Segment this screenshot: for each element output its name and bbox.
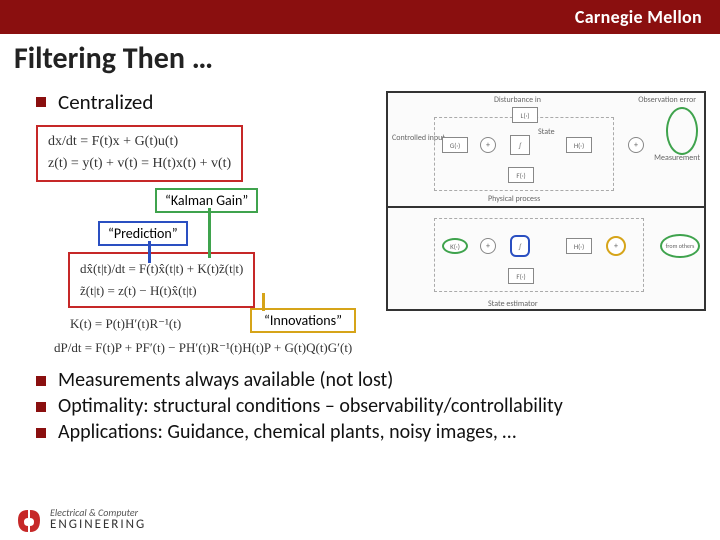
sum-innov: +	[606, 236, 626, 256]
arrow-green	[208, 208, 223, 258]
label-prediction: “Prediction”	[98, 221, 188, 246]
list-item: Optimality: structural conditions – obse…	[14, 394, 706, 418]
content-area: Centralized dx/dt = F(t)x + G(t)u(t) z(t…	[0, 83, 720, 444]
bullet-marker	[36, 97, 46, 107]
box-F: F(·)	[508, 167, 534, 183]
arrow-yellow	[262, 293, 265, 311]
lbl-est: State estimator	[488, 299, 538, 309]
lbl-measurement: Measurement	[654, 153, 700, 163]
block-diagram: Disturbance in Observation error Control…	[386, 91, 706, 311]
bullet-text: Measurements always available (not lost)	[58, 368, 393, 392]
label-kalman-gain: “Kalman Gain”	[155, 188, 258, 213]
box-int: ∫	[510, 135, 530, 155]
list-item: Applications: Guidance, chemical plants,…	[14, 420, 706, 444]
label-innovations: “Innovations”	[250, 308, 356, 333]
eq-est2: z̃(t|t) = z(t) − H(t)x̂(t|t)	[80, 280, 243, 302]
dept-line2: ENGINEERING	[50, 518, 146, 532]
lbl-disturbance: Disturbance in	[494, 95, 541, 105]
arrow-blue	[148, 241, 151, 263]
bullet-text: Optimality: structural conditions – obse…	[58, 394, 563, 418]
eq-sys2: z(t) = y(t) + v(t) = H(t)x(t) + v(t)	[48, 153, 231, 175]
org-name: Carnegie Mellon	[575, 6, 702, 28]
diagram-physical-process: Disturbance in Observation error Control…	[388, 93, 704, 208]
box-L: L(·)	[512, 107, 538, 123]
list-item: Measurements always available (not lost)	[14, 368, 706, 392]
lbl-obs-err: Observation error	[638, 95, 696, 105]
lbl-phys: Physical process	[488, 194, 540, 204]
eq-gain: K(t) = P(t)H′(t)R⁻¹(t)	[70, 316, 706, 332]
sum-2: +	[628, 137, 644, 153]
footer-logo: Electrical & Computer ENGINEERING	[14, 506, 146, 534]
eq-est1: dx̂(t|t)/dt = F(t)x̂(t|t) + K(t)z̃(t|t)	[80, 258, 243, 280]
box-G: G(·)	[442, 137, 468, 153]
box-F2: F(·)	[508, 268, 534, 284]
logo-icon	[14, 506, 44, 534]
box-int2: ∫	[510, 235, 530, 257]
bullet-marker	[36, 402, 46, 412]
bullet-list-bottom: Measurements always available (not lost)…	[14, 368, 706, 444]
bullet-marker	[36, 428, 46, 438]
estimator-equations-box: dx̂(t|t)/dt = F(t)x̂(t|t) + K(t)z̃(t|t) …	[68, 252, 255, 308]
box-H2: H(·)	[566, 238, 592, 254]
lbl-state: State	[538, 127, 555, 137]
slide-title: Filtering Then …	[0, 34, 720, 83]
diagram-state-estimator: State estimator K(·) + ∫ H(·) + F(·) fro…	[388, 208, 704, 311]
header-bar: Carnegie Mellon	[0, 0, 720, 34]
eq-riccati: dP/dt = F(t)P + PF′(t) − PH′(t)R⁻¹(t)H(t…	[54, 340, 706, 356]
bullet-marker	[36, 376, 46, 386]
logo-text: Electrical & Computer ENGINEERING	[50, 508, 146, 532]
sum-3: +	[480, 238, 496, 254]
box-H: H(·)	[566, 137, 592, 153]
bullet-text: Applications: Guidance, chemical plants,…	[58, 420, 516, 444]
box-K: K(·)	[442, 238, 468, 254]
sum-1: +	[480, 137, 496, 153]
system-equations-box: dx/dt = F(t)x + G(t)u(t) z(t) = y(t) + v…	[36, 125, 243, 182]
bullet-text: Centralized	[58, 89, 153, 115]
box-from-others: from others	[660, 234, 700, 258]
ellipse-green-1	[666, 107, 698, 155]
eq-sys1: dx/dt = F(t)x + G(t)u(t)	[48, 131, 231, 153]
